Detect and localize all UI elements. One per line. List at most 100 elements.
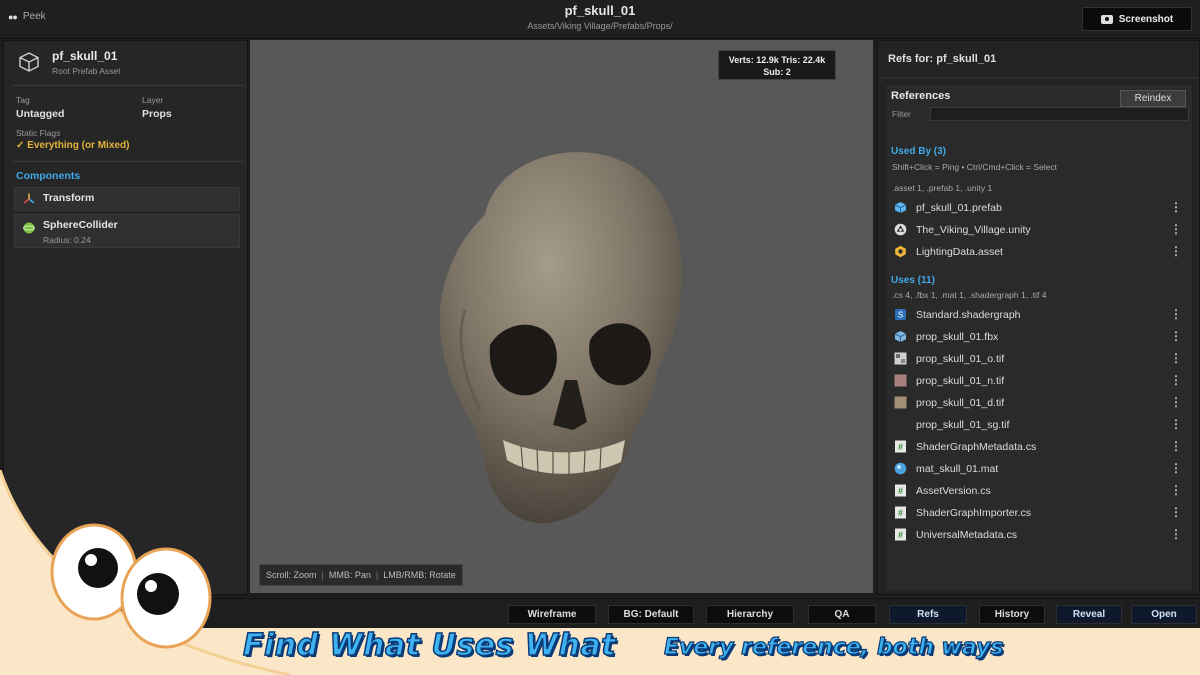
static-flags-label: Static Flags <box>16 128 61 138</box>
sphere-collider-icon <box>23 222 35 234</box>
reveal-button[interactable]: Reveal <box>1056 605 1122 624</box>
ref-name: ShaderGraphImporter.cs <box>916 507 1031 519</box>
asset-header: pf_skull_01 Root Prefab Asset <box>14 47 242 83</box>
used-by-hint: Shift+Click = Ping • Ctrl/Cmd+Click = Se… <box>892 162 1058 172</box>
ref-item-pf-skull-prefab[interactable]: pf_skull_01.prefab ⋮ <box>892 198 1188 218</box>
mesh-stats: Verts: 12.9k Tris: 22.4k Sub: 2 <box>718 50 836 80</box>
svg-text:S: S <box>898 311 903 320</box>
csharp-icon: # <box>895 528 906 541</box>
csharp-icon: # <box>895 440 906 453</box>
more-icon[interactable]: ⋮ <box>1170 527 1182 541</box>
ref-item-skull-o-tif[interactable]: prop_skull_01_o.tif ⋮ <box>892 349 1188 369</box>
more-icon[interactable]: ⋮ <box>1170 461 1182 475</box>
ref-item-shadergraph-metadata[interactable]: # ShaderGraphMetadata.cs ⋮ <box>892 437 1188 457</box>
refs-title: Refs for: pf_skull_01 <box>888 53 997 65</box>
component-name: Transform <box>43 192 95 204</box>
ref-name: mat_skull_01.mat <box>916 463 999 475</box>
unity-scene-icon <box>894 223 907 236</box>
ref-name: AssetVersion.cs <box>916 485 991 497</box>
history-button[interactable]: History <box>979 605 1045 624</box>
transform-icon <box>23 193 35 204</box>
more-icon[interactable]: ⋮ <box>1170 483 1182 497</box>
ref-name: LightingData.asset <box>916 246 1003 258</box>
component-name: SphereCollider <box>43 219 118 231</box>
stats-submeshes: Sub: 2 <box>763 67 791 77</box>
ref-name: prop_skull_01_d.tif <box>916 397 1005 409</box>
asset-path: Assets/Viking Village/Prefabs/Props/ <box>527 21 673 31</box>
ref-item-skull-n-tif[interactable]: prop_skull_01_n.tif ⋮ <box>892 371 1188 391</box>
tag-label: Tag <box>16 95 30 105</box>
more-icon[interactable]: ⋮ <box>1170 439 1182 453</box>
refs-button[interactable]: Refs <box>889 605 967 624</box>
ref-item-viking-village-scene[interactable]: The_Viking_Village.unity ⋮ <box>892 220 1188 240</box>
wireframe-button[interactable]: Wireframe <box>508 605 596 624</box>
ref-item-skull-material[interactable]: mat_skull_01.mat ⋮ <box>892 459 1188 479</box>
ref-item-shadergraph-importer[interactable]: # ShaderGraphImporter.cs ⋮ <box>892 503 1188 523</box>
ref-name: pf_skull_01.prefab <box>916 202 1002 214</box>
used-by-summary: .asset 1, .prefab 1, .unity 1 <box>892 183 993 193</box>
ref-name: ShaderGraphMetadata.cs <box>916 441 1037 453</box>
screenshot-button[interactable]: Screenshot <box>1082 7 1192 31</box>
hint-divider: | <box>321 570 324 580</box>
static-flags-value[interactable]: ✓ Everything (or Mixed) <box>16 140 129 151</box>
more-icon[interactable]: ⋮ <box>1170 200 1182 214</box>
ref-name: Standard.shadergraph <box>916 309 1021 321</box>
svg-text:#: # <box>898 530 903 540</box>
used-by-title[interactable]: Used By (3) <box>891 146 946 157</box>
ref-name: prop_skull_01.fbx <box>916 331 999 343</box>
texture-d-icon <box>894 396 907 409</box>
asset-type: Root Prefab Asset <box>52 66 121 76</box>
ref-item-standard-shadergraph[interactable]: S Standard.shadergraph ⋮ <box>892 305 1188 325</box>
ref-item-skull-fbx[interactable]: prop_skull_01.fbx ⋮ <box>892 327 1188 347</box>
component-spherecollider[interactable]: SphereCollider Radius: 0.24 <box>14 214 240 248</box>
ref-item-skull-sg-tif[interactable]: prop_skull_01_sg.tif ⋮ <box>892 415 1188 435</box>
texture-sg-icon <box>894 418 907 431</box>
ref-name: prop_skull_01_o.tif <box>916 353 1005 365</box>
references-section: References Reindex Filter Used By (3) Sh… <box>886 85 1192 590</box>
hint-lmb: LMB/RMB: Rotate <box>383 570 456 580</box>
uses-summary: .cs 4, .fbx 1, .mat 1, .shadergraph 1, .… <box>892 290 1047 300</box>
ref-item-asset-version[interactable]: # AssetVersion.cs ⋮ <box>892 481 1188 501</box>
ref-name: UniversalMetadata.cs <box>916 529 1017 541</box>
shadergraph-icon: S <box>895 309 906 320</box>
asset-name: pf_skull_01 <box>52 49 118 63</box>
filter-input[interactable] <box>930 107 1189 121</box>
csharp-icon: # <box>895 506 906 519</box>
more-icon[interactable]: ⋮ <box>1170 244 1182 258</box>
preview-viewport[interactable]: Verts: 12.9k Tris: 22.4k Sub: 2 Scroll: … <box>250 40 873 593</box>
more-icon[interactable]: ⋮ <box>1170 222 1182 236</box>
open-button[interactable]: Open <box>1131 605 1197 624</box>
svg-text:#: # <box>898 442 903 452</box>
more-icon[interactable]: ⋮ <box>1170 351 1182 365</box>
skull-model[interactable] <box>425 140 705 535</box>
divider <box>12 161 244 162</box>
background-button[interactable]: BG: Default <box>608 605 694 624</box>
banner-headline: Find What Uses What <box>242 627 616 664</box>
more-icon[interactable]: ⋮ <box>1170 417 1182 431</box>
reindex-button[interactable]: Reindex <box>1120 90 1186 107</box>
more-icon[interactable]: ⋮ <box>1170 373 1182 387</box>
more-icon[interactable]: ⋮ <box>1170 329 1182 343</box>
texture-o-icon <box>894 352 907 365</box>
more-icon[interactable]: ⋮ <box>1170 505 1182 519</box>
svg-text:#: # <box>898 486 903 496</box>
hierarchy-button[interactable]: Hierarchy <box>706 605 794 624</box>
prefab-cube-icon <box>19 52 39 72</box>
qa-button[interactable]: QA <box>808 605 876 624</box>
ref-item-lighting-data[interactable]: LightingData.asset ⋮ <box>892 242 1188 262</box>
more-icon[interactable]: ⋮ <box>1170 307 1182 321</box>
tag-value[interactable]: Untagged <box>16 108 64 120</box>
material-icon <box>894 462 907 475</box>
references-title: References <box>891 90 951 102</box>
uses-title[interactable]: Uses (11) <box>891 275 935 286</box>
component-transform[interactable]: Transform <box>14 187 240 211</box>
more-icon[interactable]: ⋮ <box>1170 395 1182 409</box>
title-bar: ●● Peek pf_skull_01 Assets/Viking Villag… <box>0 0 1200 39</box>
hint-divider: | <box>375 570 379 580</box>
layer-value[interactable]: Props <box>142 108 172 120</box>
svg-text:#: # <box>898 508 903 518</box>
refs-header: Refs for: pf_skull_01 <box>878 41 1199 78</box>
texture-n-icon <box>894 374 907 387</box>
ref-item-universal-metadata[interactable]: # UniversalMetadata.cs ⋮ <box>892 525 1188 545</box>
ref-item-skull-d-tif[interactable]: prop_skull_01_d.tif ⋮ <box>892 393 1188 413</box>
